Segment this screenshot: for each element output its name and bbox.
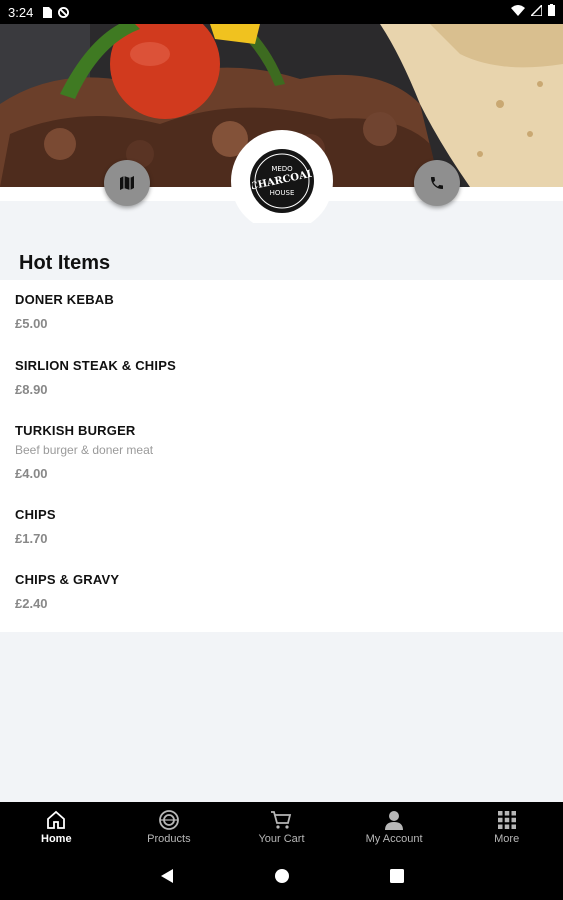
wifi-icon: [511, 4, 525, 16]
cart-icon: [270, 809, 292, 831]
status-bar: 3:24: [0, 0, 563, 24]
list-item[interactable]: DONER KEBAB £5.00: [15, 292, 545, 331]
nav-products[interactable]: Products: [113, 802, 226, 852]
list-item[interactable]: CHIPS £1.70: [15, 507, 545, 546]
blocked-icon: [58, 6, 70, 18]
nav-more[interactable]: More: [450, 802, 563, 852]
item-price: £8.90: [15, 382, 48, 397]
call-button[interactable]: [414, 160, 460, 206]
home-circle-icon[interactable]: [274, 868, 290, 884]
back-icon[interactable]: [160, 868, 174, 884]
item-name: DONER KEBAB: [15, 292, 114, 307]
nav-label: Home: [41, 833, 72, 845]
map-button[interactable]: [104, 160, 150, 206]
products-icon: [158, 809, 180, 831]
hot-items-list: DONER KEBAB £5.00 SIRLION STEAK & CHIPS …: [0, 280, 563, 632]
bottom-nav: Home Products Your Cart My Account More: [0, 802, 563, 852]
item-price: £4.00: [15, 466, 48, 481]
item-price: £1.70: [15, 531, 48, 546]
section-title: Hot Items: [19, 252, 111, 274]
status-time: 3:24: [8, 4, 34, 20]
logo-mark: MEDO CHARCOAL HOUSE: [252, 153, 312, 209]
item-name: TURKISH BURGER: [15, 423, 136, 438]
grid-icon: [496, 809, 518, 831]
nav-label: Products: [147, 833, 191, 845]
home-icon: [45, 809, 67, 831]
item-name: CHIPS: [15, 507, 56, 522]
item-name: CHIPS & GRAVY: [15, 572, 120, 587]
item-name: SIRLION STEAK & CHIPS: [15, 358, 176, 373]
nav-cart[interactable]: Your Cart: [225, 802, 338, 852]
sd-card-icon: [43, 6, 53, 18]
svg-text:HOUSE: HOUSE: [270, 189, 295, 197]
nav-label: Your Cart: [258, 833, 305, 845]
system-nav-bar: [0, 852, 563, 900]
logo-badge: MEDO CHARCOAL HOUSE: [250, 149, 314, 213]
list-item[interactable]: TURKISH BURGER Beef burger & doner meat …: [15, 423, 545, 481]
nav-account[interactable]: My Account: [338, 802, 451, 852]
phone-icon: [431, 177, 443, 189]
svg-text:MEDO: MEDO: [271, 165, 293, 173]
nav-label: My Account: [365, 833, 423, 845]
list-item[interactable]: SIRLION STEAK & CHIPS £8.90: [15, 358, 545, 397]
item-description: Beef burger & doner meat: [15, 443, 154, 457]
signal-icon: [531, 4, 542, 16]
account-icon: [383, 809, 405, 831]
list-item[interactable]: CHIPS & GRAVY £2.40: [15, 572, 545, 611]
nav-home[interactable]: Home: [0, 802, 113, 852]
item-price: £2.40: [15, 596, 48, 611]
battery-icon: [548, 4, 555, 16]
restaurant-logo: MEDO CHARCOAL HOUSE: [231, 130, 333, 232]
nav-label: More: [494, 833, 520, 845]
recents-icon[interactable]: [389, 869, 404, 883]
item-price: £5.00: [15, 316, 48, 331]
map-icon: [120, 176, 134, 190]
